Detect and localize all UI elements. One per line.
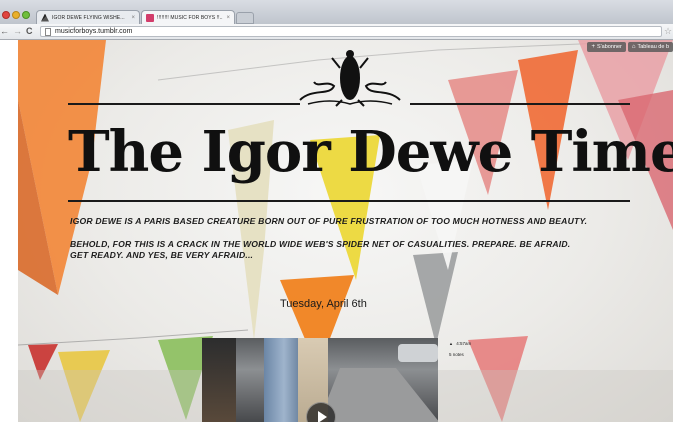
post-time-row[interactable]: ▲ 4:57am [449,338,471,349]
reload-icon[interactable]: C [26,26,33,37]
blog-tagline-2: BEHOLD, FOR THIS IS A CRACK IN THE WORLD… [70,239,571,249]
url-text: musicforboys.tumblr.com [55,28,133,35]
masthead-rule-left [68,103,300,105]
masthead-rule-right [410,103,630,105]
dashboard-label: Tableau de b [637,44,670,50]
blog-title[interactable]: The Igor Dewe Times [68,120,673,184]
tab-title: IGOR DEWE FLYING WISHE... [52,14,125,21]
video-frame-shadow [202,338,236,422]
close-tab-icon[interactable]: × [226,15,230,21]
zoom-window-button[interactable] [22,11,30,19]
video-post-icon: ▲ [449,341,453,346]
tumblr-controls: + S'abonner ⌂ Tableau de b [587,42,673,52]
video-player[interactable] [202,338,438,422]
home-icon: ⌂ [631,44,636,50]
music-favicon-icon [146,13,154,22]
close-tab-icon[interactable]: × [131,15,135,21]
tab-igor-dewe[interactable]: IGOR DEWE FLYING WISHE... × [36,10,140,24]
back-arrow-icon[interactable]: ← [0,26,9,37]
blog-tagline-1: IGOR DEWE IS A PARIS BASED CREATURE BORN… [70,216,588,226]
close-window-button[interactable] [2,11,10,19]
tab-music-for-boys[interactable]: !!!!!!!! MUSIC FOR BOYS !!... × [141,10,235,24]
forward-arrow-icon[interactable]: → [13,26,22,37]
address-bar[interactable]: musicforboys.tumblr.com [40,26,662,37]
follow-button[interactable]: + S'abonner [587,42,626,52]
post-date: Tuesday, April 6th [280,298,367,310]
follow-label: S'abonner [596,44,622,50]
new-tab-button[interactable] [236,12,254,24]
blog-page: + S'abonner ⌂ Tableau de b The Igor Dewe… [18,40,673,422]
browser-toolbar: ← → C musicforboys.tumblr.com [0,24,673,40]
post-meta: ▲ 4:57am 5 notes [449,338,471,360]
blog-tagline-3: GET READY. AND YES, BE VERY AFRAID... [70,250,254,260]
page-left-margin [0,40,18,422]
post-time: 4:57am [456,341,472,346]
play-icon [318,411,327,422]
masthead-rule-bottom [68,200,630,202]
bookmark-star-icon[interactable]: ☆ [664,26,672,37]
dashboard-button[interactable]: ⌂ Tableau de b [627,42,673,52]
browser-chrome: IGOR DEWE FLYING WISHE... × !!!!!!!! MUS… [0,0,673,40]
plus-icon: + [591,44,595,50]
tab-title: !!!!!!!! MUSIC FOR BOYS !!... [157,14,224,21]
igor-dewe-favicon-icon [41,13,49,22]
post-notes[interactable]: 5 notes [449,349,471,360]
tab-strip: IGOR DEWE FLYING WISHE... × !!!!!!!! MUS… [0,0,673,24]
masthead-crest-icon [299,50,401,107]
video-frame-car [398,344,438,362]
page-icon [45,27,51,36]
minimize-window-button[interactable] [12,11,20,19]
